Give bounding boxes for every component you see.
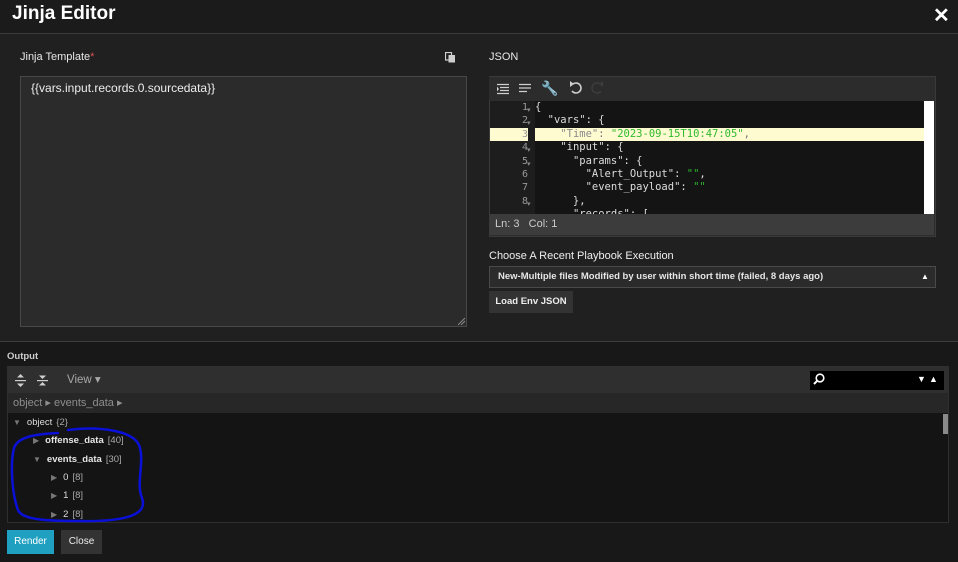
load-env-json-button[interactable]: Load Env JSON xyxy=(489,291,573,313)
compact-json-icon[interactable] xyxy=(519,83,531,93)
line-number: 1 xyxy=(521,102,528,113)
json-label: JSON xyxy=(489,51,519,63)
format-json-icon[interactable] xyxy=(497,83,509,95)
render-button[interactable]: Render xyxy=(7,530,54,554)
json-code[interactable]: { "vars": { "Time": "2023-09-15T10:47:05… xyxy=(535,101,924,214)
template-textarea[interactable]: {{vars.input.records.0.sourcedata}} xyxy=(20,76,467,327)
caret-up-icon: ▲ xyxy=(921,272,929,281)
cursor-status: Ln: 3 Col: 1 xyxy=(490,214,934,235)
expand-all-icon[interactable] xyxy=(15,374,26,387)
search-icon xyxy=(813,373,825,385)
output-toolbar xyxy=(8,367,948,393)
undo-icon[interactable] xyxy=(569,81,582,94)
template-label: Jinja Template* xyxy=(20,51,95,63)
divider xyxy=(0,341,958,342)
playbook-select[interactable]: New-Multiple files Modified by user with… xyxy=(489,266,936,288)
tree-scrollbar[interactable] xyxy=(943,414,948,434)
fold-icons[interactable]: ▾ ▾ ▾ ▾ ▾ xyxy=(527,104,531,211)
line-number: 3 xyxy=(490,127,528,142)
annotation-circle xyxy=(10,427,145,523)
search-next-icon[interactable]: ▼ xyxy=(917,374,926,384)
dialog-title: Jinja Editor xyxy=(12,3,116,24)
wrench-icon[interactable]: 🔧 xyxy=(541,80,558,97)
line-number: 4 xyxy=(521,142,528,154)
playbook-label: Choose A Recent Playbook Execution xyxy=(489,250,674,262)
redo-icon xyxy=(591,81,603,94)
line-number: 5 xyxy=(521,155,528,167)
line-number: 7 xyxy=(521,182,528,194)
close-icon[interactable]: ✕ xyxy=(933,3,950,28)
resize-handle-icon[interactable] xyxy=(457,317,465,325)
line-number: 8 xyxy=(521,195,528,207)
line-number: 2 xyxy=(521,115,528,127)
json-scrollbar[interactable] xyxy=(924,101,934,214)
close-button[interactable]: Close xyxy=(61,530,102,554)
required-mark: * xyxy=(90,51,95,63)
collapse-all-icon[interactable] xyxy=(37,374,48,387)
breadcrumb[interactable]: object ▸ events_data ▸ xyxy=(8,393,948,413)
line-number: 6 xyxy=(521,168,528,180)
view-menu-button[interactable]: View ▾ xyxy=(67,372,101,386)
search-prev-icon[interactable]: ▲ xyxy=(929,374,938,384)
output-label: Output xyxy=(7,351,39,362)
copy-icon[interactable] xyxy=(445,52,456,63)
dialog-titlebar xyxy=(0,0,958,33)
